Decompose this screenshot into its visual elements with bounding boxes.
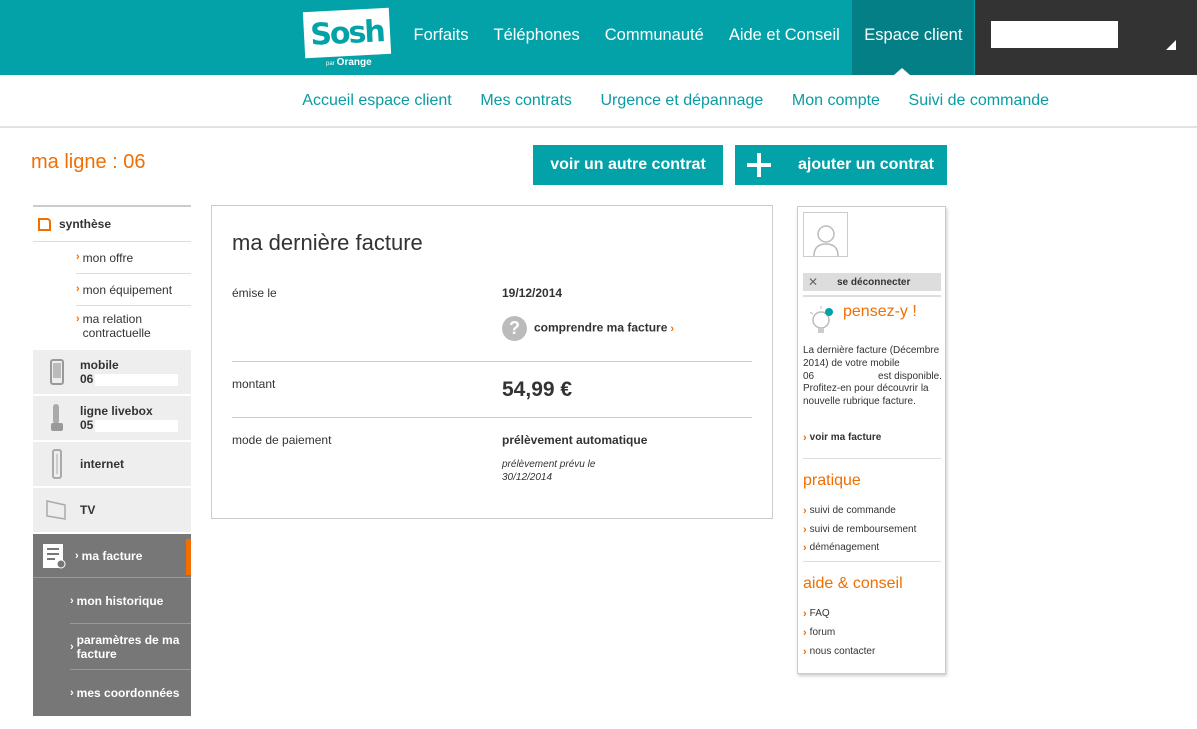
link-contact[interactable]: › nous contacter xyxy=(803,646,875,658)
corner-arrow-icon[interactable] xyxy=(1166,40,1176,50)
page-title: ma ligne : 06 xyxy=(31,151,146,173)
sidebar-item-mobile[interactable]: mobile 06 xyxy=(33,350,191,394)
sidebar-item-synthese[interactable]: synthèse xyxy=(33,205,191,242)
sidebar-item-equipement[interactable]: › mon équipement xyxy=(76,274,191,306)
sub-nav: Accueil espace client Mes contrats Urgen… xyxy=(0,75,1197,128)
top-bar: Sosh par Orange Forfaits Téléphones Commu… xyxy=(0,0,1197,75)
link-demenagement[interactable]: › déménagement xyxy=(803,542,879,554)
right-sidebar: ✕ se déconnecter pensez-y ! La dernière f… xyxy=(797,206,946,674)
account-field[interactable] xyxy=(991,21,1118,48)
nav-espace-client[interactable]: Espace client xyxy=(852,0,975,75)
amount-label: montant xyxy=(232,377,276,391)
invoice-icon xyxy=(33,543,75,569)
nav-forfaits[interactable]: Forfaits xyxy=(401,0,481,75)
aide-heading: aide & conseil xyxy=(803,575,903,592)
understand-bill-link[interactable]: ? comprendre ma facture › xyxy=(502,316,677,341)
left-sidebar: synthèse › mon offre › mon équipement › ma … xyxy=(33,205,191,716)
divider xyxy=(232,361,752,362)
account-box xyxy=(975,0,1197,75)
pratique-heading: pratique xyxy=(803,472,861,489)
sidebar-item-facture[interactable]: › ma facture xyxy=(33,534,191,578)
payment-label: mode de paiement xyxy=(232,433,332,447)
close-icon: ✕ xyxy=(807,275,819,289)
logo-text: Sosh xyxy=(309,13,385,53)
sidebar-item-historique[interactable]: › mon historique xyxy=(70,578,191,624)
payment-value: prélèvement automatique xyxy=(502,433,648,447)
link-suivi-commande[interactable]: › suivi de commande xyxy=(803,505,896,517)
divider xyxy=(803,561,941,562)
add-contract-button[interactable]: ajouter un contrat xyxy=(735,145,947,185)
mobile-icon xyxy=(33,359,80,385)
sidebar-item-internet[interactable]: internet xyxy=(33,442,191,486)
subnav-contrats[interactable]: Mes contrats xyxy=(466,75,586,127)
active-nav-indicator xyxy=(894,68,910,75)
link-faq[interactable]: › FAQ xyxy=(803,608,830,620)
question-icon: ? xyxy=(502,316,527,341)
plus-icon xyxy=(747,153,771,177)
link-forum[interactable]: › forum xyxy=(803,627,835,639)
emise-value: 19/12/2014 xyxy=(502,286,563,300)
bill-title: ma dernière facture xyxy=(232,230,423,255)
amount-value: 54,99 € xyxy=(502,378,573,401)
main-nav: Forfaits Téléphones Communauté Aide et C… xyxy=(401,0,975,75)
divider xyxy=(803,458,941,459)
logo-subtitle: par Orange xyxy=(326,57,372,68)
sidebar-item-offre[interactable]: › mon offre xyxy=(76,242,191,274)
livebox-icon xyxy=(33,449,80,479)
sidebar-item-tv[interactable]: TV xyxy=(33,488,191,532)
emise-label: émise le xyxy=(232,286,277,300)
payment-note: prélèvement prévu le 30/12/2014 xyxy=(502,459,596,483)
logout-button[interactable]: ✕ se déconnecter xyxy=(803,273,941,291)
divider xyxy=(232,417,752,418)
pensez-y-heading: pensez-y ! xyxy=(843,303,917,320)
active-indicator xyxy=(186,539,191,575)
nav-communaute[interactable]: Communauté xyxy=(592,0,716,75)
subnav-urgence[interactable]: Urgence et dépannage xyxy=(586,75,777,127)
bill-panel: ma dernière facture émise le 19/12/2014 … xyxy=(211,205,773,519)
sidebar-item-coordonnees[interactable]: › mes coordonnées xyxy=(70,670,191,716)
facture-section: › ma facture › mon historique › paramètres … xyxy=(33,534,191,716)
subnav-suivi-commande[interactable]: Suivi de commande xyxy=(894,75,1063,127)
subnav-compte[interactable]: Mon compte xyxy=(778,75,895,127)
nav-aide-conseil[interactable]: Aide et Conseil xyxy=(716,0,852,75)
avatar xyxy=(803,212,848,257)
subnav-accueil[interactable]: Accueil espace client xyxy=(288,75,466,127)
link-suivi-remboursement[interactable]: › suivi de remboursement xyxy=(803,524,916,536)
nav-telephones[interactable]: Téléphones xyxy=(481,0,592,75)
synthese-icon xyxy=(38,217,51,231)
sidebar-item-relation[interactable]: › ma relation contractuelle xyxy=(76,306,191,350)
sidebar-item-livebox[interactable]: ligne livebox 05 xyxy=(33,396,191,440)
sidebar-item-parametres[interactable]: › paramètres de ma facture xyxy=(70,624,191,670)
phone-icon xyxy=(33,403,80,433)
lightbulb-icon xyxy=(808,306,836,341)
tv-icon xyxy=(33,498,80,522)
see-bill-link[interactable]: › voir ma facture xyxy=(803,432,881,444)
other-contract-button[interactable]: voir un autre contrat xyxy=(533,145,723,185)
divider xyxy=(803,295,941,297)
notice-text: La dernière facture (Décembre 2014) de v… xyxy=(803,345,942,408)
sosh-logo[interactable]: Sosh xyxy=(302,7,392,59)
